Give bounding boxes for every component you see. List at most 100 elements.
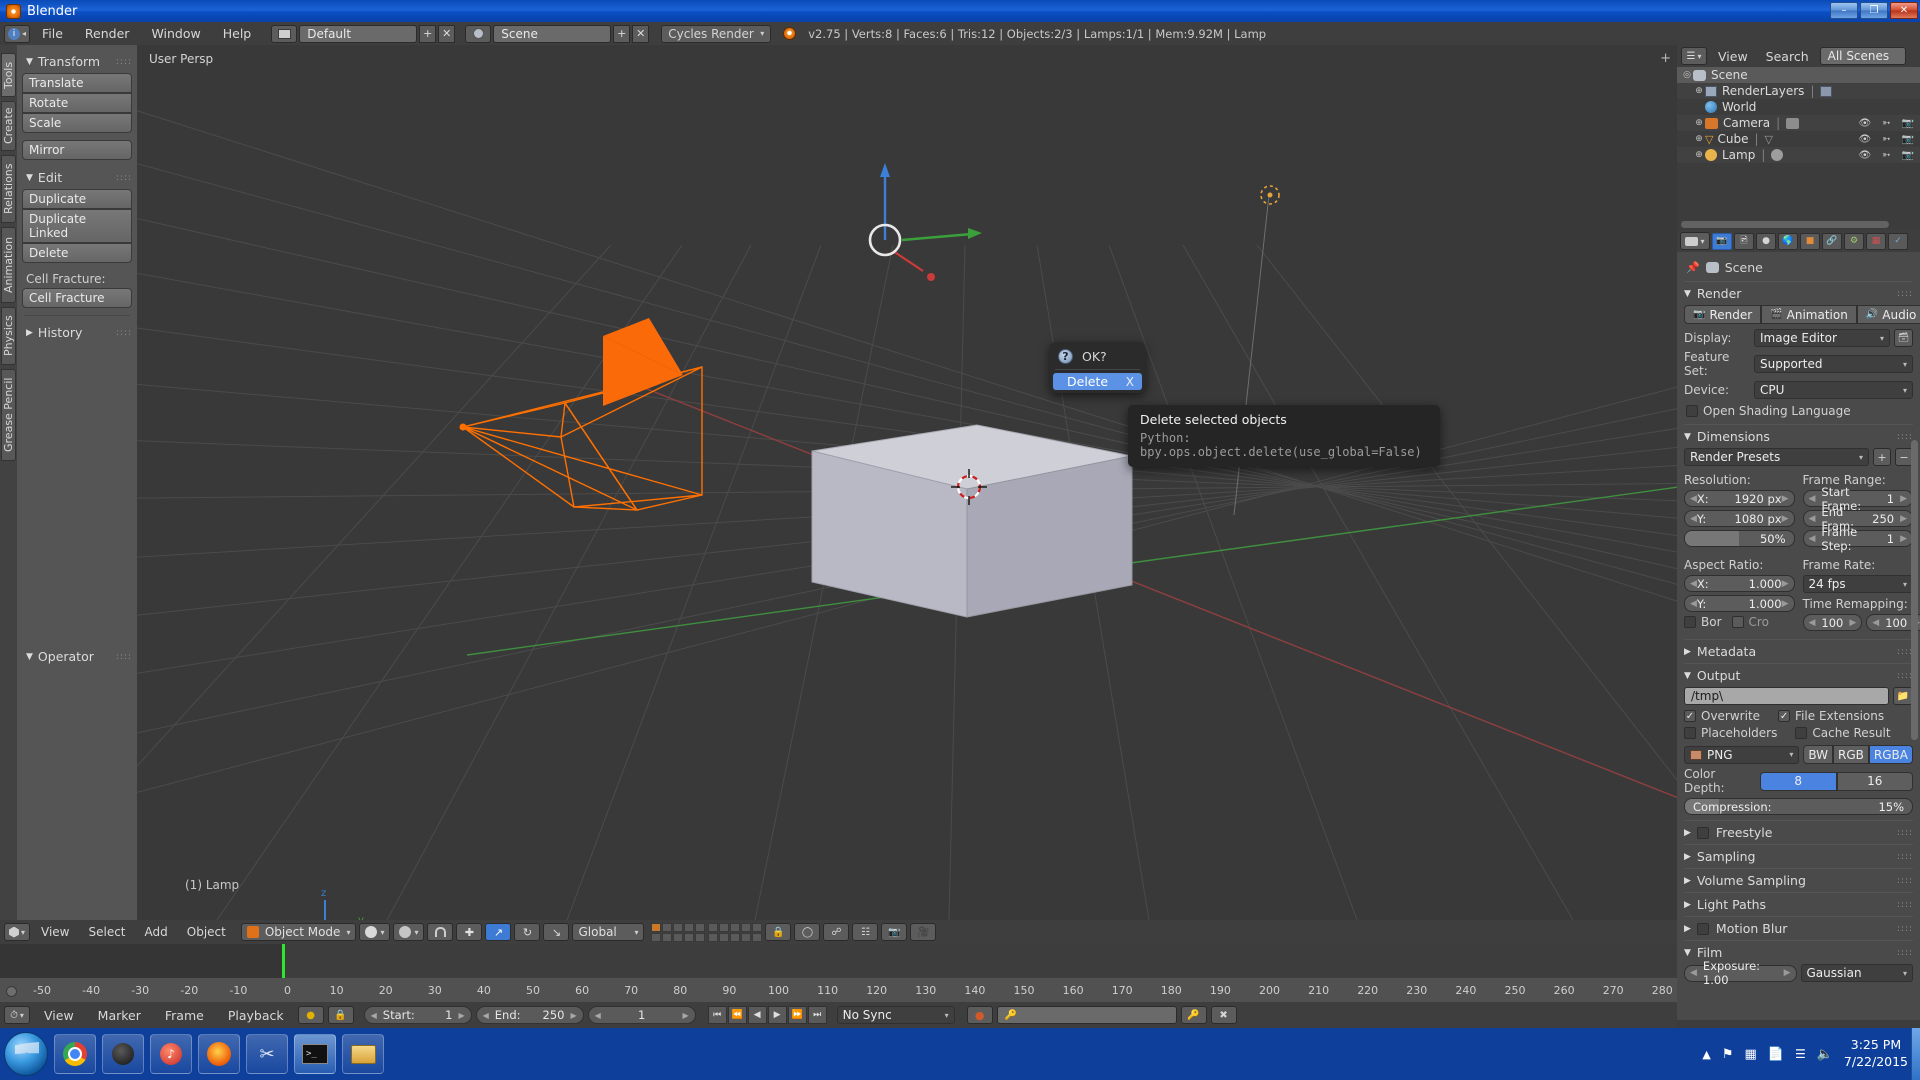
start-frame-field[interactable]: ◀ Start: 1 ▶: [363, 1006, 472, 1024]
pivot-point-selector[interactable]: ▾: [393, 923, 425, 941]
screen-add-button[interactable]: +: [419, 24, 437, 43]
constraints-tab-icon[interactable]: 🔗: [1822, 232, 1842, 250]
resolution-y-field[interactable]: ◀ Y: 1080 px ▶: [1684, 510, 1795, 527]
scene-icon[interactable]: [465, 24, 492, 43]
clock[interactable]: 3:25 PM 7/22/2015: [1844, 1037, 1908, 1071]
color-depth-8-button[interactable]: 8: [1760, 771, 1837, 791]
outliner-row-renderlayers[interactable]: ⊕ RenderLayers |: [1677, 83, 1920, 99]
sampling-section-header[interactable]: ▶ Sampling ::::: [1684, 844, 1913, 868]
folder-icon[interactable]: 📁: [1893, 687, 1913, 705]
placeholders-checkbox-row[interactable]: Placeholders: [1684, 726, 1777, 740]
cache-result-checkbox-row[interactable]: Cache Result: [1795, 726, 1891, 740]
render-tab-icon[interactable]: 📷: [1712, 232, 1732, 250]
toolshelf-tab-create[interactable]: Create: [1, 101, 16, 151]
dimensions-section-header[interactable]: ▼ Dimensions ::::: [1684, 424, 1913, 448]
placeholders-checkbox[interactable]: [1684, 727, 1696, 739]
aspect-x-field[interactable]: ◀ X: 1.000 ▶: [1684, 575, 1795, 592]
viewport-menu-view[interactable]: View: [33, 923, 77, 941]
duplicate-linked-button[interactable]: Duplicate Linked: [22, 209, 132, 243]
color-mode-rgba-button[interactable]: RGBA: [1868, 745, 1913, 764]
show-hidden-icons-icon[interactable]: ▲: [1702, 1048, 1710, 1061]
screen-layout-icon[interactable]: [271, 24, 298, 43]
sync-mode-selector[interactable]: No Sync ▾: [836, 1006, 955, 1024]
timeline-playhead[interactable]: [282, 944, 285, 978]
viewport-menu-object[interactable]: Object: [179, 923, 234, 941]
edit-section-header[interactable]: ▼ Edit ::::: [22, 167, 132, 189]
outliner-row-lamp[interactable]: ⊕ Lamp | 👁 ➳ 📷: [1677, 147, 1920, 163]
proportional-edit-icon[interactable]: ◯: [794, 923, 821, 941]
volume-icon[interactable]: 🔈: [1817, 1047, 1833, 1062]
expand-icon[interactable]: ⊕: [1693, 134, 1705, 144]
end-frame-field[interactable]: ◀ End: 250 ▶: [475, 1006, 584, 1024]
render-presets-selector[interactable]: Render Presets ▾: [1684, 448, 1869, 466]
network-icon[interactable]: ☰: [1795, 1047, 1806, 1061]
viewport-shading-selector[interactable]: ▾: [359, 923, 391, 941]
new-window-icon[interactable]: 🗃: [1894, 329, 1913, 347]
jump-end-button[interactable]: ⏭: [807, 1006, 827, 1024]
transform-orientation-selector[interactable]: Global ▾: [572, 923, 645, 941]
close-button[interactable]: ✕: [1890, 2, 1918, 19]
cursor-icon[interactable]: ➳: [1882, 150, 1890, 161]
lock-icon[interactable]: 🔒: [327, 1006, 354, 1024]
overwrite-checkbox-row[interactable]: ✓ Overwrite: [1684, 709, 1760, 723]
prev-keyframe-button[interactable]: ⏪: [727, 1006, 747, 1024]
resolution-percent-slider[interactable]: 50%: [1684, 530, 1795, 547]
viewport-menu-select[interactable]: Select: [80, 923, 133, 941]
camera-render-icon[interactable]: 📷: [1902, 118, 1914, 129]
translate-button[interactable]: Translate: [22, 73, 132, 93]
scale-button[interactable]: Scale: [22, 113, 132, 133]
start-button[interactable]: [4, 1032, 48, 1076]
outliner-menu-view[interactable]: View: [1711, 47, 1755, 66]
cursor-icon[interactable]: ➳: [1882, 118, 1890, 129]
film-exposure-field[interactable]: ◀ Exposure: 1.00 ▶: [1684, 959, 1797, 987]
rotate-manipulator-icon[interactable]: ↻: [514, 923, 541, 941]
action-center-icon[interactable]: 📄: [1768, 1047, 1784, 1062]
menu-help[interactable]: Help: [213, 24, 262, 43]
editor-type-selector[interactable]: i ◂: [4, 24, 30, 43]
file-format-selector[interactable]: PNG ▾: [1684, 745, 1800, 764]
timeline-ruler[interactable]: -50 -40 -30 -20 -10 0 10 20 30 40 50 60 70 80 90 100 110…: [0, 978, 1677, 1002]
render-audio-button[interactable]: 🔊 Audio: [1856, 305, 1920, 324]
pin-icon[interactable]: 📌: [1686, 261, 1700, 274]
scene-field[interactable]: Scene: [493, 24, 612, 43]
menu-window[interactable]: Window: [141, 24, 210, 43]
eye-icon[interactable]: 👁: [1858, 134, 1871, 145]
object-tab-icon[interactable]: ■: [1800, 232, 1820, 250]
scene-layers-bottom[interactable]: [708, 922, 763, 942]
outliner-display-mode[interactable]: All Scenes: [1819, 47, 1906, 65]
resolution-x-field[interactable]: ◀ X: 1920 px ▶: [1684, 490, 1795, 507]
popup-delete-item[interactable]: Delete X: [1053, 373, 1142, 390]
scene-remove-button[interactable]: ✕: [632, 24, 650, 43]
scale-manipulator-icon[interactable]: ↘: [543, 923, 570, 941]
output-section-header[interactable]: ▼ Output ::::: [1684, 663, 1913, 687]
renderlayers-tab-icon[interactable]: 🖻: [1734, 232, 1754, 250]
record-icon[interactable]: ●: [297, 1006, 324, 1024]
render-image-button[interactable]: 📷 Render: [1684, 305, 1762, 324]
render-opengl-animation-icon[interactable]: 🎥: [910, 923, 937, 941]
interaction-mode-selector[interactable]: Object Mode ▾: [240, 923, 357, 941]
play-reverse-button[interactable]: ◀: [747, 1006, 767, 1024]
menu-render[interactable]: Render: [75, 24, 140, 43]
viewport-menu-add[interactable]: Add: [137, 923, 176, 941]
compression-slider[interactable]: Compression: 15%: [1684, 798, 1913, 815]
toolshelf-tab-animation[interactable]: Animation: [1, 227, 16, 303]
insert-keyframe-icon[interactable]: 🔑: [1180, 1006, 1207, 1024]
rotate-button[interactable]: Rotate: [22, 93, 132, 113]
manipulator-toggle[interactable]: ✚: [456, 923, 483, 941]
timeline-icon[interactable]: ⏱ ▾: [4, 1006, 30, 1024]
mirror-button[interactable]: Mirror: [22, 140, 132, 160]
texture-tab-icon[interactable]: ✓: [1888, 232, 1908, 250]
properties-scrollbar[interactable]: [1911, 440, 1918, 740]
taskbar-app-tool[interactable]: ✂: [246, 1034, 288, 1074]
current-frame-field[interactable]: ◀ 1 ▶: [587, 1006, 696, 1024]
timeline-track[interactable]: [0, 944, 1677, 978]
play-button[interactable]: ▶: [767, 1006, 787, 1024]
scene-add-button[interactable]: +: [613, 24, 631, 43]
jump-start-button[interactable]: ⏮: [707, 1006, 727, 1024]
render-animation-button[interactable]: 🎬 Animation: [1761, 305, 1857, 324]
delete-keyframe-icon[interactable]: ✖: [1210, 1006, 1237, 1024]
freestyle-section-header[interactable]: ▶ Freestyle ::::: [1684, 820, 1913, 844]
freestyle-toggle[interactable]: [1696, 826, 1709, 839]
outliner-row-cube[interactable]: ⊕ ▽ Cube | ▽ 👁 ➳ 📷: [1677, 131, 1920, 147]
snap-icon[interactable]: ☍: [823, 923, 850, 941]
